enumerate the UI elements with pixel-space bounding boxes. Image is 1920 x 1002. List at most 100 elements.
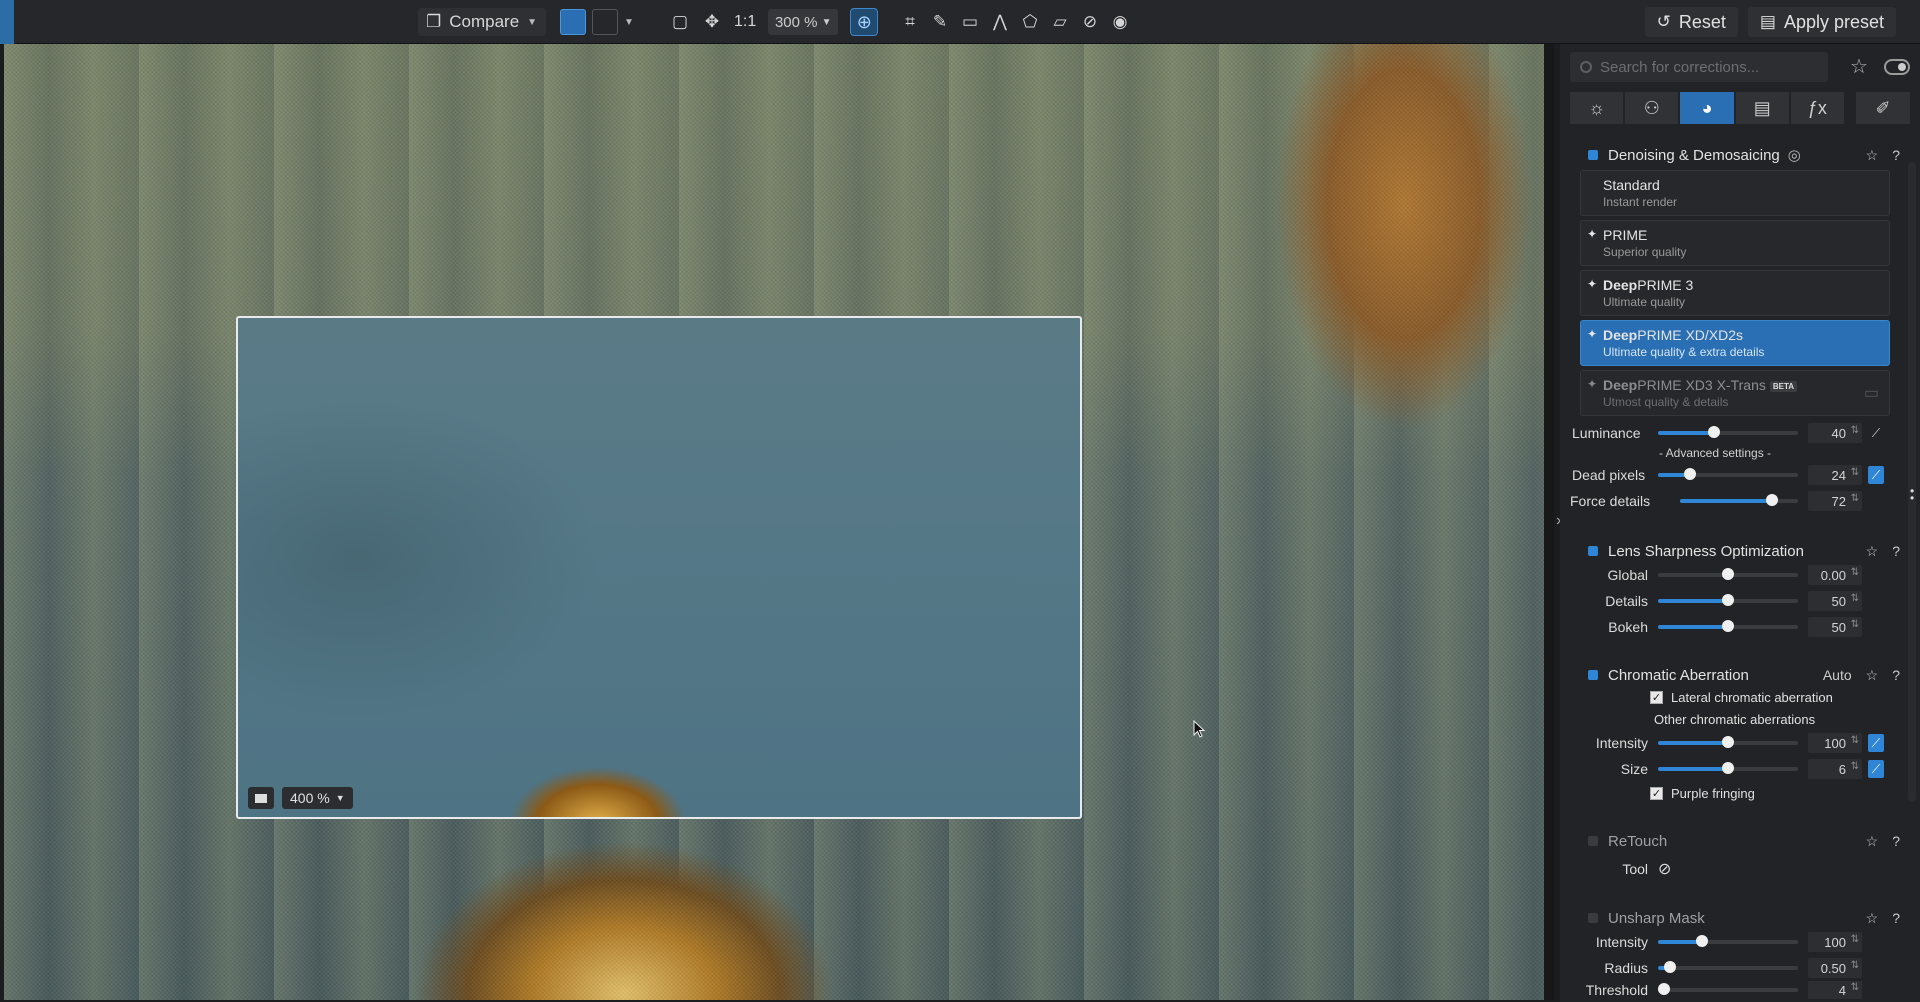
ca-size-input[interactable]: 6 [1808,759,1862,779]
slider-knob[interactable] [1722,736,1734,748]
favorites-star-icon[interactable]: ☆ [1850,54,1868,79]
panel-scrollbar[interactable] [1908,162,1916,802]
preview-loupe[interactable]: 400 % ▼ [236,316,1082,819]
slider-knob[interactable] [1684,468,1696,480]
slider-knob[interactable] [1658,983,1670,995]
um-threshold-slider[interactable] [1658,983,1798,995]
view-dropdown-icon[interactable]: ▼ [624,17,638,28]
slider-knob[interactable] [1722,568,1734,580]
slider-knob[interactable] [1696,935,1708,947]
um-threshold-input[interactable]: 4 [1808,981,1862,999]
slider-knob[interactable] [1722,762,1734,774]
tab-local-adjustments[interactable]: ✐ [1856,92,1911,124]
tab-light[interactable]: ☼ [1570,92,1624,124]
tab-effects[interactable]: ƒx [1790,92,1845,124]
unsharp-mask-header[interactable]: Unsharp Mask ☆? [1570,907,1900,929]
slider-knob[interactable] [1722,620,1734,632]
split-view-button[interactable] [592,9,618,35]
global-input[interactable]: 0.00 [1808,565,1862,585]
bokeh-slider[interactable] [1658,620,1798,632]
mode-prime[interactable]: ✦ PRIME Superior quality [1580,220,1890,266]
slider-knob[interactable] [1664,961,1676,973]
star-icon[interactable]: ☆ [1866,147,1879,164]
dead-pixels-slider[interactable] [1658,468,1798,480]
picker-icon[interactable]: ⟋ [1868,466,1884,484]
polygon-icon[interactable]: ⬠ [1020,11,1040,33]
um-radius-input[interactable]: 0.50 [1808,958,1862,978]
side-handle-icon[interactable]: • • [1910,485,1914,504]
mode-deepprime-xd[interactable]: ✦ DeepPRIME XD/XD2s Ultimate quality & e… [1580,320,1890,366]
global-slider[interactable] [1658,568,1798,580]
star-icon[interactable]: ☆ [1866,667,1879,684]
chromatic-enable-toggle[interactable] [1588,670,1598,680]
bokeh-input[interactable]: 50 [1808,617,1862,637]
force-details-slider[interactable] [1680,494,1798,506]
compare-dropdown-icon[interactable]: ▼ [527,17,538,28]
unsharp-enable-toggle[interactable] [1588,913,1598,923]
help-icon[interactable]: ? [1892,910,1900,926]
denoising-header[interactable]: Denoising & Demosaicing ◎ ☆? [1570,144,1900,166]
lens-sharpness-header[interactable]: Lens Sharpness Optimization ☆? [1570,540,1900,562]
apply-preset-button[interactable]: ▤ Apply preset [1747,7,1896,37]
pan-icon[interactable]: ✥ [702,11,722,33]
tab-color[interactable]: ⚇ [1625,92,1679,124]
search-input[interactable]: Search for corrections... [1570,52,1828,82]
zoom-select[interactable]: 300 % ▼ [768,9,839,35]
compare-button[interactable]: ❐ Compare ▼ [418,8,546,36]
um-intensity-input[interactable]: 100 [1808,932,1862,952]
single-view-button[interactable] [560,9,586,35]
lasso-icon[interactable]: ▱ [1050,11,1070,33]
purple-fringing-checkbox[interactable]: ✓ [1650,786,1663,800]
mode-deepprime-xd3[interactable]: ✦ DeepPRIME XD3 X-Trans BETA Utmost quali… [1580,370,1890,416]
eye-slash-icon[interactable]: ◎ [1788,146,1801,164]
zoom-in-icon[interactable]: ⊕ [850,8,879,36]
picker-icon[interactable]: ⟋ [1868,760,1884,778]
force-details-input[interactable]: 72 [1808,491,1862,511]
panel-toggle[interactable] [1884,59,1910,75]
slider-knob[interactable] [1766,494,1778,506]
fit-icon[interactable]: ▢ [670,11,690,33]
loupe-zoom-select[interactable]: 400 % ▼ [282,787,353,809]
image-canvas[interactable]: 400 % ▼ [4,44,1554,1000]
luminance-input[interactable]: 40 [1808,423,1862,443]
um-radius-slider[interactable] [1658,961,1798,973]
details-input[interactable]: 50 [1808,591,1862,611]
slider-knob[interactable] [1708,426,1720,438]
star-icon[interactable]: ☆ [1866,543,1879,560]
tab-detail[interactable]: ◕ [1680,92,1734,124]
lateral-checkbox[interactable]: ✓ [1650,690,1663,704]
luminance-slider[interactable] [1658,426,1798,438]
denoising-enable-toggle[interactable] [1588,150,1598,160]
crop-icon[interactable]: ⌗ [900,11,920,33]
help-icon[interactable]: ? [1892,667,1900,683]
loupe-toggle-button[interactable] [248,787,274,809]
eye-icon[interactable]: ◉ [1110,11,1130,33]
ca-intensity-slider[interactable] [1658,736,1798,748]
comment-icon[interactable]: ▭ [1864,383,1879,403]
ca-size-slider[interactable] [1658,762,1798,774]
tab-geometry[interactable]: ▤ [1735,92,1789,124]
retouch-header[interactable]: ReTouch ☆? [1570,830,1900,852]
perspective-icon[interactable]: ⋀ [990,11,1010,33]
bandage-icon[interactable]: ⊘ [1080,11,1100,33]
one-to-one-button[interactable]: 1:1 [734,8,756,36]
lens-sharpness-enable-toggle[interactable] [1588,546,1598,556]
help-icon[interactable]: ? [1892,833,1900,849]
slider-knob[interactable] [1722,594,1734,606]
auto-button[interactable]: Auto [1823,667,1852,683]
advanced-settings-link[interactable]: - Advanced settings - [1570,446,1860,462]
star-icon[interactable]: ☆ [1866,833,1879,850]
mode-standard[interactable]: Standard Instant render [1580,170,1890,216]
retouch-enable-toggle[interactable] [1588,836,1598,846]
help-icon[interactable]: ? [1892,147,1900,163]
picker-icon[interactable]: ⟋ [1868,424,1884,442]
chromatic-aberration-header[interactable]: Chromatic Aberration Auto ☆? [1570,664,1900,686]
ca-intensity-input[interactable]: 100 [1808,733,1862,753]
reset-button[interactable]: ↺ Reset [1644,7,1738,37]
details-slider[interactable] [1658,594,1798,606]
bandage-icon[interactable]: ⊘ [1658,859,1671,879]
eyedropper-icon[interactable]: ✎ [930,11,950,33]
mode-deepprime-3[interactable]: ✦ DeepPRIME 3 Ultimate quality [1580,270,1890,316]
star-icon[interactable]: ☆ [1866,910,1879,927]
picker-icon[interactable]: ⟋ [1868,734,1884,752]
